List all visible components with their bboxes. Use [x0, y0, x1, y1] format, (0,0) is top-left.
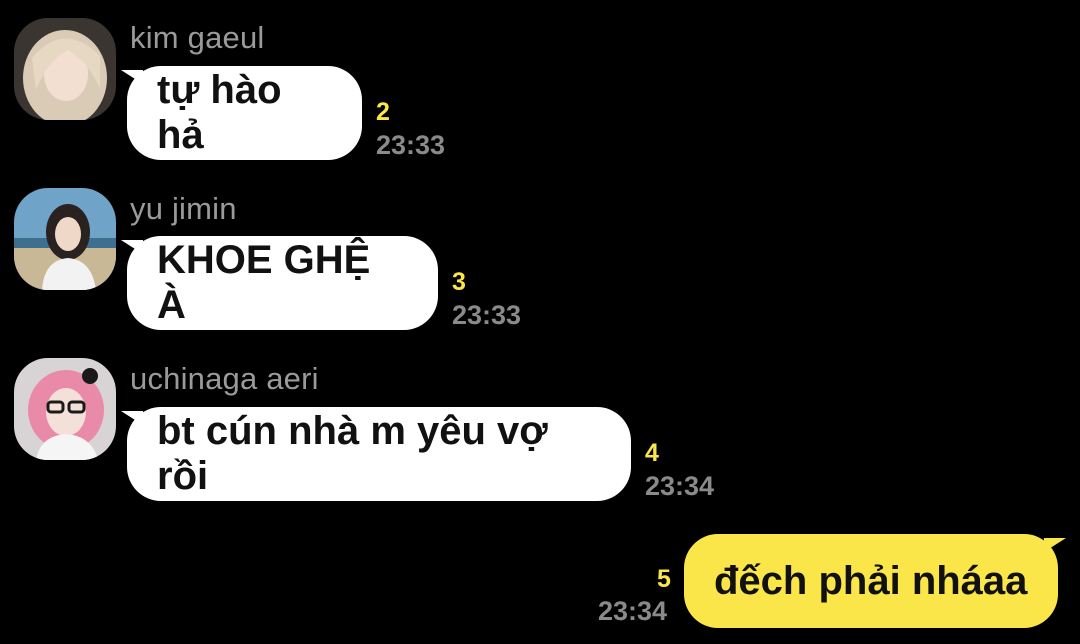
message-bubble[interactable]: bt cún nhà m yêu vợ rồi — [121, 407, 631, 501]
unread-count: 2 — [376, 98, 390, 126]
message-time: 23:34 — [645, 471, 715, 501]
message-text: đếch phải nháaa — [714, 558, 1028, 603]
sender-name: uchinaga aeri — [130, 361, 319, 396]
message-time: 23:33 — [376, 130, 446, 160]
unread-count: 3 — [452, 268, 466, 296]
message-text: KHOE GHỆ À — [157, 238, 371, 327]
sender-name: yu jimin — [130, 191, 237, 226]
message-bubble[interactable]: tự hào hả — [121, 66, 362, 160]
sender-name: kim gaeul — [130, 20, 265, 55]
message-text: tự hào hả — [157, 68, 282, 157]
message-text: bt cún nhà m yêu vợ rồi — [157, 409, 548, 498]
message-time: 23:33 — [452, 300, 522, 330]
my-message-bubble[interactable]: đếch phải nháaa — [684, 534, 1066, 628]
message-time: 23:34 — [598, 596, 668, 626]
sender-avatar[interactable] — [14, 188, 116, 290]
message-bubble[interactable]: KHOE GHỆ À — [121, 236, 438, 330]
sender-avatar[interactable] — [14, 18, 116, 120]
sender-avatar[interactable] — [14, 358, 116, 460]
unread-count: 4 — [645, 439, 659, 467]
unread-count: 5 — [657, 565, 671, 593]
